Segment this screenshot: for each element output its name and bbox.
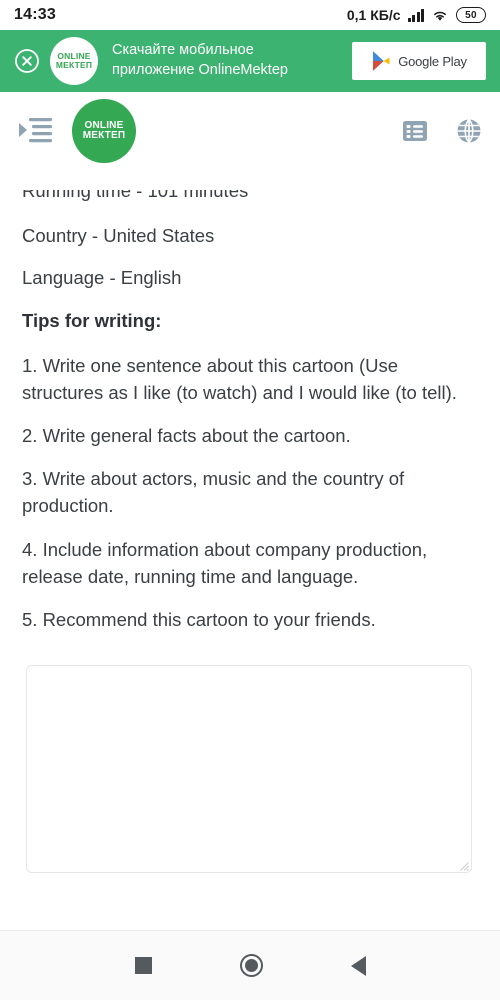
close-circle-icon[interactable] (14, 48, 40, 74)
indent-list-icon[interactable] (18, 116, 52, 146)
answer-area-wrapper (22, 649, 478, 878)
promo-text-line-2: приложение OnlineMektep (112, 62, 288, 78)
lesson-content: Running time - 101 minutes Country - Uni… (0, 190, 500, 878)
network-speed-label: 0,1 КБ/с (346, 7, 401, 23)
wifi-icon (434, 11, 446, 21)
promo-banner: ONLINE МЕКТЕП Скачайте мобильное приложе… (0, 30, 500, 92)
status-indicators: 0,1 КБ/с 50 (347, 7, 486, 23)
status-bar: 14:33 0,1 КБ/с 50 (0, 0, 500, 30)
promo-text: Скачайте мобильное приложение OnlineMekt… (108, 41, 342, 80)
tips-heading: Tips for writing: (22, 310, 162, 332)
system-navigation-bar (0, 930, 500, 1000)
promo-app-logo: ONLINE МЕКТЕП (50, 37, 98, 85)
tip-item-4: 4. Include information about company pro… (22, 538, 428, 587)
info-line-country: Country - United States (22, 224, 215, 246)
signal-bars-icon (407, 8, 424, 22)
app-bar-actions (402, 118, 482, 144)
promo-logo-line-2: МЕКТЕП (55, 60, 93, 70)
google-play-button[interactable]: Google Play (352, 42, 486, 80)
square-recents-icon[interactable] (134, 957, 152, 974)
list-view-icon[interactable] (402, 119, 428, 143)
battery-indicator: 50 (456, 7, 486, 23)
globe-icon[interactable] (456, 118, 482, 144)
lesson-content-scroll[interactable]: Running time - 101 minutes Country - Uni… (0, 190, 500, 930)
phone-screen: 14:33 0,1 КБ/с 50 ONLINE МЕКТЕП Скачайте… (0, 0, 500, 1000)
info-line-running-time: Running time - 101 minutes (22, 190, 249, 201)
app-logo-line-2: МЕКТЕП (82, 130, 126, 141)
circle-home-icon[interactable] (239, 954, 263, 977)
app-logo[interactable]: ONLINE МЕКТЕП (72, 99, 136, 163)
info-line-language: Language - English (22, 267, 182, 289)
google-play-icon (373, 51, 390, 71)
google-play-label: Google Play (398, 53, 467, 69)
status-clock: 14:33 (14, 6, 56, 23)
tip-item-1: 1. Write one sentence about this cartoon… (22, 354, 457, 403)
tip-item-5: 5. Recommend this cartoon to your friend… (22, 609, 376, 630)
app-bar: ONLINE МЕКТЕП (0, 92, 500, 170)
promo-text-line-1: Скачайте мобильное (112, 42, 254, 59)
triangle-back-icon[interactable] (350, 955, 366, 976)
tip-item-3: 3. Write about actors, music and the cou… (22, 468, 405, 517)
answer-input[interactable] (26, 665, 472, 874)
tip-item-2: 2. Write general facts about the cartoon… (22, 425, 351, 447)
